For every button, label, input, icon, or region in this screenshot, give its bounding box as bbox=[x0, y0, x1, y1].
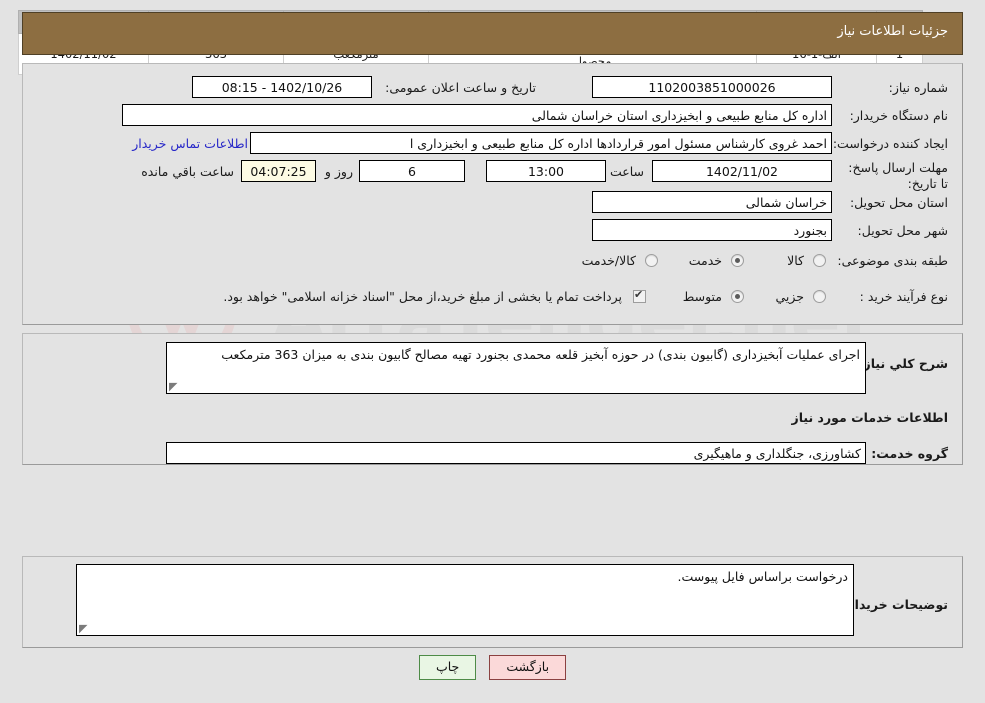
city-field[interactable]: بجنورد bbox=[592, 219, 832, 241]
radio-label-subject-kala: کالا bbox=[787, 253, 804, 268]
days-left-field[interactable]: 6 bbox=[359, 160, 465, 182]
label-purchase-type: نوع فرآیند خرید : bbox=[859, 289, 948, 304]
announce-datetime-field[interactable]: 1402/10/26 - 08:15 bbox=[192, 76, 372, 98]
buyer-org-field[interactable]: اداره کل منابع طبیعی و ابخیزداری استان خ… bbox=[122, 104, 832, 126]
notes-resize-handle[interactable]: ◥ bbox=[79, 622, 90, 635]
radio-subject-khedmat[interactable] bbox=[731, 254, 744, 267]
general-description-text: اجرای عملیات آبخیزداری (گابیون بندی) در … bbox=[221, 347, 860, 362]
service-group-field[interactable]: کشاورزی، جنگلداری و ماهیگیری bbox=[166, 442, 866, 464]
label-deadline: مهلت ارسال پاسخ: تا تاریخ: bbox=[848, 160, 948, 191]
label-buyer-notes: توضیحات خریدار: bbox=[842, 597, 948, 612]
label-day-and: روز و bbox=[324, 164, 353, 179]
page-root: ArtaTender.net جزئیات اطلاعات نیاز شماره… bbox=[0, 0, 985, 703]
label-subject-class: طبقه بندی موضوعی: bbox=[837, 253, 948, 268]
radio-label-purchase-jozi: جزيي bbox=[775, 289, 804, 304]
need-number-field[interactable]: 1102003851000026 bbox=[592, 76, 832, 98]
label-province: استان محل تحویل: bbox=[849, 195, 948, 210]
need-info-panel: شماره نیاز: 1102003851000026 تاریخ و ساع… bbox=[22, 63, 963, 325]
label-service-group: گروه خدمت: bbox=[871, 446, 948, 461]
label-hours-remaining: ساعت باقي مانده bbox=[141, 164, 234, 179]
radio-label-subject-khedmat: خدمت bbox=[688, 253, 722, 268]
textarea-resize-handle[interactable]: ◥ bbox=[169, 380, 180, 393]
radio-label-purchase-motavaset: متوسط bbox=[682, 289, 722, 304]
buyer-notes-panel: توضیحات خریدار: درخواست براساس فایل پیوس… bbox=[22, 556, 963, 648]
label-announce-datetime: تاریخ و ساعت اعلان عمومی: bbox=[385, 80, 536, 95]
label-creator: ایجاد کننده درخواست: bbox=[832, 136, 948, 151]
label-city: شهر محل تحویل: bbox=[857, 223, 948, 238]
page-header-bar: جزئیات اطلاعات نیاز bbox=[22, 12, 963, 55]
label-general-description: شرح کلي نیاز: bbox=[858, 356, 948, 371]
radio-subject-kala-khedmat[interactable] bbox=[645, 254, 658, 267]
buyer-contact-link[interactable]: اطلاعات تماس خریدار bbox=[132, 136, 248, 151]
deadline-hour-field[interactable]: 13:00 bbox=[486, 160, 606, 182]
buyer-notes-text: درخواست براساس فایل پیوست. bbox=[677, 569, 848, 584]
time-left-field[interactable]: 04:07:25 bbox=[241, 160, 316, 182]
print-button[interactable]: چاپ bbox=[418, 655, 477, 680]
page-title: جزئیات اطلاعات نیاز bbox=[837, 24, 948, 39]
radio-purchase-motavaset[interactable] bbox=[731, 290, 744, 303]
radio-subject-kala[interactable] bbox=[813, 254, 826, 267]
label-hour: ساعت bbox=[609, 164, 644, 179]
deadline-date-field[interactable]: 1402/11/02 bbox=[652, 160, 832, 182]
services-info-heading: اطلاعات خدمات مورد نیاز bbox=[791, 410, 949, 425]
back-button[interactable]: بازگشت bbox=[489, 655, 567, 680]
treasury-documents-label: پرداخت تمام یا بخشی از مبلغ خرید،از محل … bbox=[223, 289, 622, 304]
action-buttons: بازگشت چاپ bbox=[0, 655, 985, 680]
creator-field[interactable]: احمد غروی کارشناس مسئول امور قراردادها ا… bbox=[250, 132, 832, 154]
treasury-documents-checkbox[interactable] bbox=[633, 288, 646, 303]
province-field[interactable]: خراسان شمالی bbox=[592, 191, 832, 213]
radio-purchase-jozi[interactable] bbox=[813, 290, 826, 303]
radio-label-subject-kala-khedmat: کالا/خدمت bbox=[581, 253, 636, 268]
general-description-textarea[interactable]: اجرای عملیات آبخیزداری (گابیون بندی) در … bbox=[166, 342, 866, 394]
label-buyer-org: نام دستگاه خریدار: bbox=[849, 108, 948, 123]
description-panel: شرح کلي نیاز: اجرای عملیات آبخیزداری (گا… bbox=[22, 333, 963, 465]
label-need-number: شماره نیاز: bbox=[888, 80, 948, 95]
buyer-notes-textarea[interactable]: درخواست براساس فایل پیوست. ◥ bbox=[76, 564, 854, 636]
